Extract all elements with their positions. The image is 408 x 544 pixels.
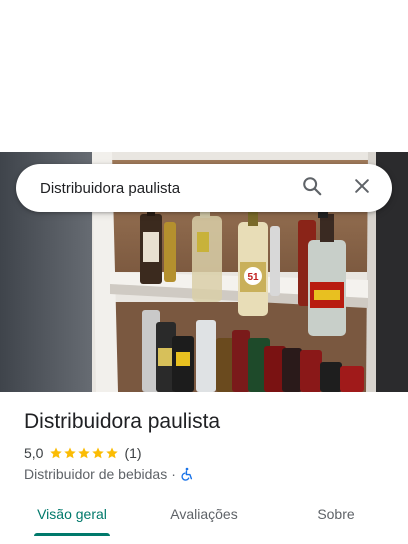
tab-avaliacoes[interactable]: Avaliações [156,492,252,536]
close-icon [352,176,372,201]
wheelchair-icon [180,467,194,481]
star-icon [106,447,119,459]
search-icon [301,175,323,202]
star-rating [49,446,119,460]
bottle-label-51: 51 [247,272,259,283]
tab-sobre[interactable]: Sobre [288,492,384,536]
rating-value: 5,0 [24,445,44,461]
review-count[interactable]: (1) [124,445,141,461]
close-button[interactable] [344,170,380,206]
search-bar[interactable]: Distribuidora paulista [16,164,392,212]
search-input[interactable]: Distribuidora paulista [40,180,294,197]
place-category: Distribuidor de bebidas [24,466,168,482]
search-button[interactable] [294,170,330,206]
star-icon [50,447,63,459]
top-blank-area [0,0,408,152]
rating-row[interactable]: 5,0 (1) [24,445,142,461]
place-title: Distribuidora paulista [24,410,221,433]
star-icon [64,447,77,459]
star-icon [92,447,105,459]
place-tabs: Visão geral Avaliações Sobre [0,492,408,536]
active-tab-indicator [34,533,110,536]
separator: · [171,466,176,482]
star-icon [78,447,91,459]
category-row: Distribuidor de bebidas · [24,466,194,482]
tab-visao-geral[interactable]: Visão geral [24,492,120,536]
